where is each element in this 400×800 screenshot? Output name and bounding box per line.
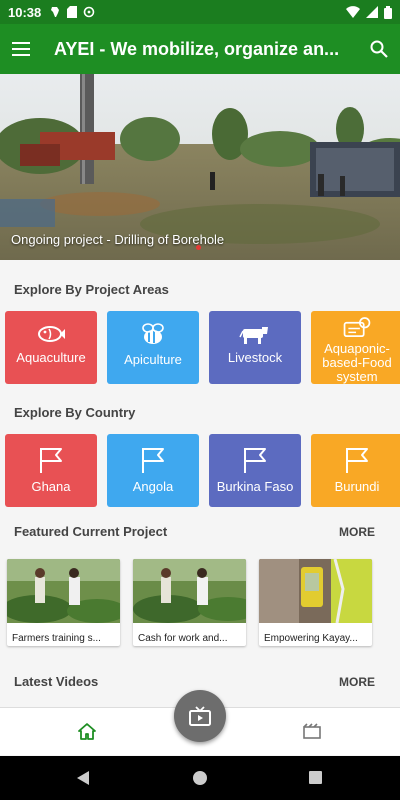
country-label: Ghana xyxy=(31,479,71,494)
live-tv-fab[interactable] xyxy=(174,690,226,742)
project-area-tile-livestock[interactable]: Livestock xyxy=(209,311,301,384)
project-thumbnail xyxy=(133,559,246,623)
flag-icon xyxy=(142,448,164,473)
sd-card-icon xyxy=(67,6,78,18)
home-nav-icon[interactable] xyxy=(193,771,207,785)
project-title: Cash for work and... xyxy=(138,633,228,644)
section-title-project-areas: Explore By Project Areas xyxy=(14,282,169,297)
project-areas-row: Aquaculture Apiculture Livestock Aquapon… xyxy=(5,311,400,384)
cow-icon xyxy=(239,327,268,344)
country-tile-burundi[interactable]: Burundi xyxy=(311,434,400,507)
section-title-featured: Featured Current Project xyxy=(14,524,168,539)
country-tile-ghana[interactable]: Ghana xyxy=(5,434,97,507)
featured-project-card[interactable]: Empowering Kayay... xyxy=(259,559,372,646)
flag-icon xyxy=(244,448,266,473)
wifi-icon xyxy=(346,6,360,18)
africa-map-icon xyxy=(51,7,60,17)
menu-icon[interactable] xyxy=(12,41,32,57)
flag-icon xyxy=(346,448,368,473)
country-label: Angola xyxy=(132,479,174,494)
battery-icon xyxy=(384,5,392,19)
app-bar: AYEI - We mobilize, organize an... xyxy=(0,24,400,74)
project-area-label: Aquaponic-based-Food system xyxy=(322,341,392,384)
movies-icon[interactable] xyxy=(303,723,321,739)
back-icon[interactable] xyxy=(76,771,90,785)
section-title-videos: Latest Videos xyxy=(14,674,99,689)
project-thumbnail xyxy=(259,559,372,624)
app-title: AYEI - We mobilize, organize an... xyxy=(54,38,340,59)
country-label: Burundi xyxy=(334,479,380,494)
data-saver-icon xyxy=(83,6,95,18)
project-area-tile-aquaponic[interactable]: Aquaponic-based-Food system xyxy=(311,311,400,384)
countries-row: Ghana Angola Burkina Faso Burundi xyxy=(5,434,400,507)
section-title-country: Explore By Country xyxy=(14,405,136,420)
country-tile-burkina-faso[interactable]: Burkina Faso xyxy=(209,434,301,507)
recents-icon[interactable] xyxy=(309,771,322,784)
flag-icon xyxy=(40,448,62,473)
country-tile-angola[interactable]: Angola xyxy=(107,434,199,507)
hero-caption: Ongoing project - Drilling of Borehole xyxy=(11,232,225,247)
fish-icon xyxy=(38,326,65,342)
project-area-tile-aquaculture[interactable]: Aquaculture xyxy=(5,311,97,384)
project-area-label: Aquaculture xyxy=(16,350,86,365)
signal-icon xyxy=(366,6,378,18)
hero-banner[interactable]: Ongoing project - Drilling of Borehole xyxy=(0,74,400,260)
project-area-label: Apiculture xyxy=(124,352,182,367)
project-title: Empowering Kayay... xyxy=(264,633,358,644)
featured-project-card[interactable]: Farmers training s... xyxy=(7,559,120,646)
project-thumbnail xyxy=(7,559,120,623)
home-icon[interactable] xyxy=(78,723,96,740)
carousel-indicator xyxy=(196,245,201,250)
system-navigation-bar xyxy=(0,756,400,800)
featured-project-card[interactable]: Cash for work and... xyxy=(133,559,246,646)
live-tv-icon xyxy=(189,706,211,726)
search-icon[interactable] xyxy=(370,40,388,58)
status-bar: 10:38 xyxy=(0,0,400,24)
country-label: Burkina Faso xyxy=(216,479,294,494)
food-system-icon xyxy=(343,317,371,338)
project-title: Farmers training s... xyxy=(12,633,101,644)
status-time: 10:38 xyxy=(8,4,42,20)
featured-more-link[interactable]: MORE xyxy=(339,525,375,539)
project-area-label: Livestock xyxy=(227,350,283,365)
bee-icon xyxy=(142,323,164,344)
videos-more-link[interactable]: MORE xyxy=(339,675,375,689)
project-area-tile-apiculture[interactable]: Apiculture xyxy=(107,311,199,384)
featured-projects-row: Farmers training s... Cash for work and.… xyxy=(7,559,372,646)
